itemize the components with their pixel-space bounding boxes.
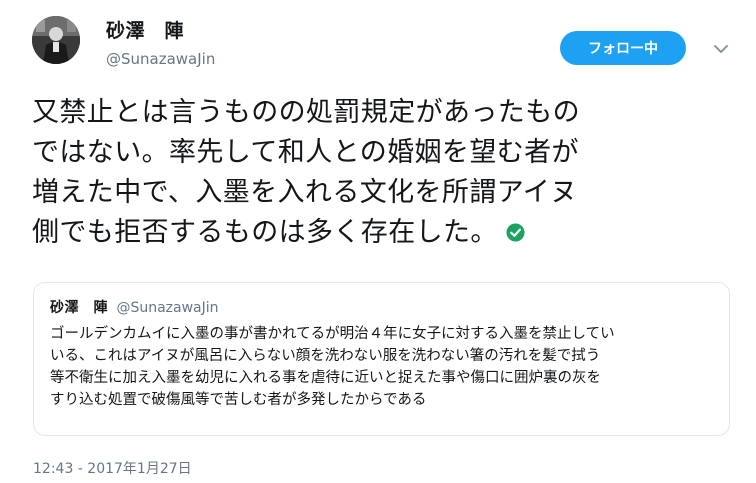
chevron-down-icon[interactable] (711, 39, 731, 59)
quoted-tweet-line: 等不衛生に加え入墨を幼児に入れる事を虐待に近いと捉えた事や傷口に囲炉裏の灰を (50, 370, 601, 386)
avatar-photo (32, 16, 80, 64)
tweet-text-line: 増えた中で、入墨を入れる文化を所謂アイヌ (32, 177, 578, 208)
following-button-label: フォロー中 (588, 41, 658, 57)
tweet-text-line: 側でも拒否するものは多く存在した。 (32, 217, 498, 248)
tweet-timestamp[interactable]: 12:43 - 2017年1月27日 (33, 458, 192, 478)
author-handle[interactable]: @SunazawaJin (106, 50, 215, 68)
quoted-tweet-header: 砂澤 陣 @SunazawaJin (50, 297, 219, 317)
quoted-tweet-line: すり込む処置で破傷風等で苦しむ者が多発したからである (50, 392, 427, 408)
avatar[interactable] (32, 16, 80, 64)
tweet-text-line: ではない。率先して和人との婚姻を望む者が (32, 137, 579, 168)
following-button[interactable]: フォロー中 (560, 31, 686, 65)
tweet-text: 又禁止とは言うものの処罰規定があったもの ではない。率先して和人との婚姻を望む者… (32, 93, 732, 253)
quoted-tweet-text: ゴールデンカムイに入墨の事が書かれてるが明治４年に女子に対する入墨を禁止してい … (50, 323, 718, 411)
author-name[interactable]: 砂澤 陣 (106, 16, 184, 43)
quoted-author-name: 砂澤 陣 (50, 300, 108, 316)
tweet-text-line: 又禁止とは言うものの処罰規定があったもの (32, 97, 580, 128)
tweet-text-line-last: 側でも拒否するものは多く存在した。 (32, 213, 732, 253)
check-mark-button-icon (506, 223, 525, 242)
quoted-author-handle: @SunazawaJin (116, 300, 219, 316)
quoted-tweet-line: いる、これはアイヌが風呂に入らない顔を洗わない服を洗わない箸の汚れを髪で拭う (50, 348, 601, 364)
quoted-tweet-line: ゴールデンカムイに入墨の事が書かれてるが明治４年に女子に対する入墨を禁止してい (50, 326, 615, 342)
quoted-tweet-card[interactable]: 砂澤 陣 @SunazawaJin ゴールデンカムイに入墨の事が書かれてるが明治… (33, 282, 730, 436)
